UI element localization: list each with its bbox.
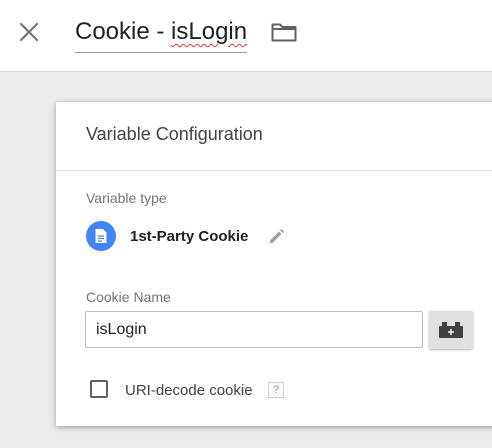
help-icon[interactable]: ? <box>268 382 284 398</box>
card-divider <box>56 170 492 171</box>
folder-icon[interactable] <box>270 20 298 44</box>
cookie-name-input[interactable] <box>85 311 423 348</box>
insert-variable-button[interactable] <box>429 311 473 349</box>
document-icon <box>86 221 116 251</box>
lego-brick-icon <box>439 322 463 338</box>
variable-name-prefix: Cookie - <box>75 18 172 45</box>
variable-name: Cookie - isLogin <box>75 18 247 45</box>
uri-decode-checkbox[interactable] <box>90 380 108 398</box>
variable-type-name: 1st-Party Cookie <box>130 227 249 245</box>
variable-type-label: Variable type <box>86 190 167 206</box>
variable-name-field[interactable]: Cookie - isLogin <box>75 16 248 53</box>
variable-configuration-card: Variable Configuration Variable type 1st… <box>56 102 492 426</box>
editor-header: Cookie - isLogin <box>0 0 492 72</box>
card-title: Variable Configuration <box>86 124 263 144</box>
close-icon[interactable] <box>16 19 42 45</box>
variable-type-selector[interactable]: 1st-Party Cookie <box>86 221 286 251</box>
pencil-icon[interactable] <box>268 227 286 245</box>
cookie-name-label: Cookie Name <box>86 289 171 305</box>
variable-name-spellchecked: isLogin <box>171 18 248 45</box>
uri-decode-label[interactable]: URI-decode cookie <box>125 382 253 399</box>
